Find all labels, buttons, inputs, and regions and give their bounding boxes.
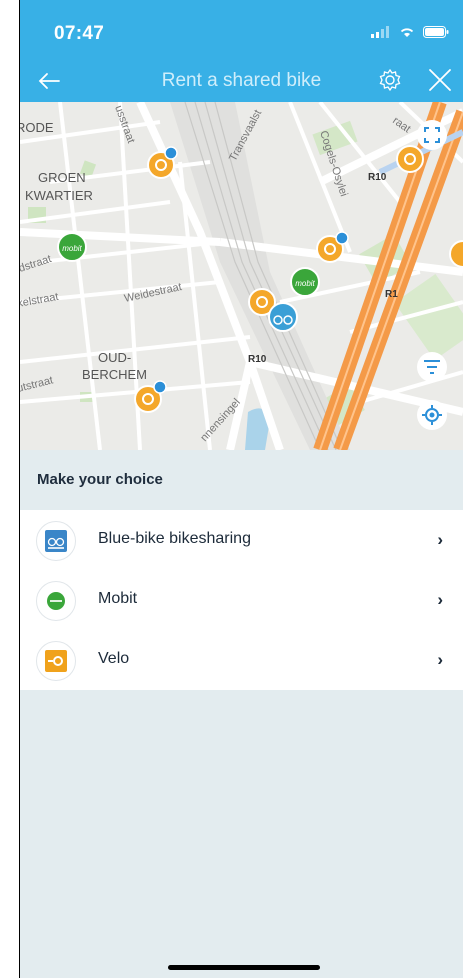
map-label-r10-mid: R10 xyxy=(248,354,267,365)
status-bar: 07:47 xyxy=(20,0,463,62)
provider-row-blue-bike[interactable]: Blue-bike bikesharing › xyxy=(20,510,463,570)
blue-bike-marker[interactable] xyxy=(268,302,298,332)
blue-bike-icon xyxy=(36,521,76,561)
mobit-marker[interactable]: mobit xyxy=(290,267,320,297)
map-view[interactable]: RODE GROEN KWARTIER usstraat Transvaalst… xyxy=(20,102,463,450)
velo-icon xyxy=(36,641,76,681)
map-label-oud: OUD- xyxy=(98,350,131,365)
choice-title: Make your choice xyxy=(37,471,163,488)
provider-list: Blue-bike bikesharing › Mobit › Velo › xyxy=(20,510,463,690)
filter-button[interactable] xyxy=(417,352,447,382)
locate-me-button[interactable] xyxy=(417,400,447,430)
provider-label: Blue-bike bikesharing xyxy=(98,530,251,547)
map-label-r10-top: R10 xyxy=(368,172,387,183)
map-label-berchem: BERCHEM xyxy=(82,367,147,382)
provider-row-velo[interactable]: Velo › xyxy=(20,630,463,690)
home-indicator xyxy=(168,965,320,970)
fullscreen-button[interactable] xyxy=(417,120,447,150)
signal-icon xyxy=(371,26,389,38)
gear-icon[interactable] xyxy=(375,65,405,95)
mobit-marker-text: mobit xyxy=(295,279,315,288)
status-time: 07:47 xyxy=(54,23,105,44)
phone-screen: 07:47 Rent a shared bike RODE GROEN KWAR… xyxy=(20,0,463,978)
mobit-marker-text: mobit xyxy=(62,244,82,253)
choice-header: Make your choice xyxy=(20,450,463,510)
provider-row-mobit[interactable]: Mobit › xyxy=(20,570,463,630)
map-label-kwartier: KWARTIER xyxy=(25,188,93,203)
provider-label: Mobit xyxy=(98,590,138,607)
velo-marker[interactable] xyxy=(396,145,424,173)
close-icon[interactable] xyxy=(425,65,455,95)
wifi-icon xyxy=(400,28,414,37)
chevron-right-icon: › xyxy=(437,530,443,549)
provider-label: Velo xyxy=(98,650,130,667)
chevron-right-icon: › xyxy=(437,590,443,609)
map-canvas: RODE GROEN KWARTIER usstraat Transvaalst… xyxy=(20,102,463,450)
map-label-rode: RODE xyxy=(20,120,54,135)
chevron-right-icon: › xyxy=(437,650,443,669)
battery-icon xyxy=(423,26,449,38)
map-label-groen: GROEN xyxy=(38,170,86,185)
mobit-marker[interactable]: mobit xyxy=(57,232,87,262)
status-icons xyxy=(371,26,449,38)
nav-bar: Rent a shared bike xyxy=(20,62,463,102)
map-label-r1: R1 xyxy=(385,289,398,300)
mobit-icon xyxy=(36,581,76,621)
